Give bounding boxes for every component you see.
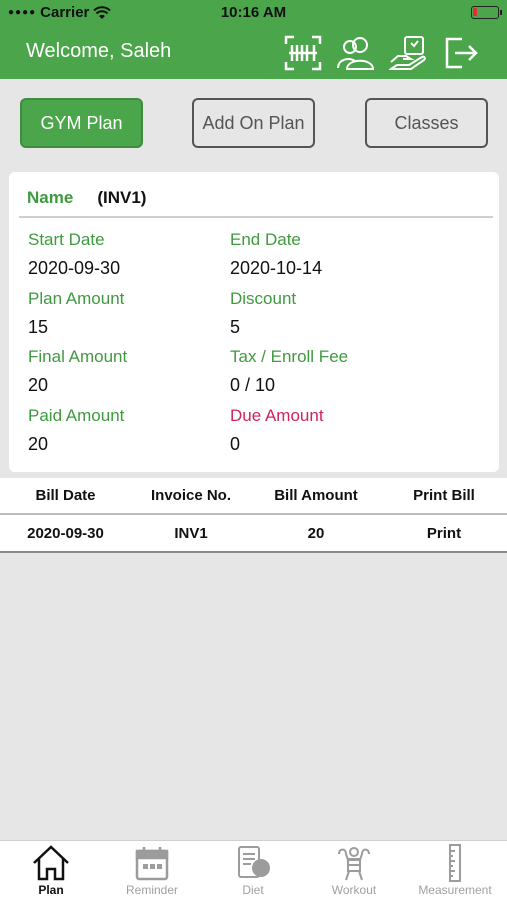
clock: 10:16 AM [220,4,287,21]
final-amount-value: 20 [28,375,49,395]
discount-label: Discount [230,289,297,308]
paid-amount-value: 20 [28,434,49,454]
app-header: Welcome, Saleh [0,26,507,79]
due-amount-field: Due Amount 0 [230,406,324,455]
tab-add-on-plan[interactable]: Add On Plan [192,98,315,148]
card-divider [19,216,493,218]
cell-invoice-no: INV1 [174,524,208,542]
barcode-scan-icon[interactable] [283,34,323,72]
tab-diet-label: Diet [242,883,264,897]
package-hand-icon[interactable] [387,34,429,72]
end-date-label: End Date [230,230,301,249]
paid-amount-field: Paid Amount 20 [28,406,124,455]
plan-type-tabs: GYM Plan Add On Plan Classes [0,98,507,150]
print-bill-link[interactable]: Print [381,525,507,542]
end-date-field: End Date 2020-10-14 [230,230,322,279]
diet-plan-icon [233,844,273,882]
tab-reminder-label: Reminder [125,883,179,897]
due-amount-label: Due Amount [230,406,324,425]
logout-icon[interactable] [442,34,482,72]
tab-gym-plan[interactable]: GYM Plan [20,98,143,148]
tab-reminder[interactable]: Reminder [102,844,202,900]
tab-classes[interactable]: Classes [365,98,488,148]
plan-amount-label: Plan Amount [28,289,125,308]
paid-amount-label: Paid Amount [28,406,125,425]
start-date-value: 2020-09-30 [28,258,121,278]
tab-plan[interactable]: Plan [1,844,101,900]
discount-field: Discount 5 [230,289,296,338]
discount-value: 5 [230,317,241,337]
tax-enroll-fee-value: 0 / 10 [230,375,276,395]
welcome-title: Welcome, Saleh [26,40,172,62]
tab-workout[interactable]: Workout [304,844,404,900]
cell-bill-date: 2020-09-30 [27,524,104,542]
tab-diet[interactable]: Diet [203,844,303,900]
final-amount-label: Final Amount [28,347,128,366]
name-label: Name [27,188,74,207]
plan-amount-field: Plan Amount 15 [28,289,124,338]
name-value: (INV1) [97,188,147,207]
bottom-tab-bar: Plan Reminder Diet Workout Measurement [0,840,507,900]
column-header-bill-amount: Bill Amount [274,487,358,504]
start-date-label: Start Date [28,230,105,249]
tab-measurement[interactable]: Measurement [405,844,505,900]
bill-table: Bill Date Invoice No. Bill Amount Print … [0,478,507,553]
table-row: 2020-09-30 INV1 20 Print [0,515,507,553]
cell-bill-amount: 20 [307,524,325,542]
final-amount-field: Final Amount 20 [28,347,127,396]
end-date-value: 2020-10-14 [230,258,323,278]
calendar-icon [132,844,172,882]
home-icon [31,844,71,882]
tab-measurement-label: Measurement [418,883,492,897]
column-header-bill-date: Bill Date [35,487,96,504]
muscle-body-icon [334,844,374,882]
status-bar: ●●●● Carrier 10:16 AM [0,0,507,26]
due-amount-value: 0 [230,434,241,454]
tax-enroll-fee-field: Tax / Enroll Fee 0 / 10 [230,347,348,396]
start-date-field: Start Date 2020-09-30 [28,230,120,279]
plan-amount-value: 15 [28,317,49,337]
tab-plan-label: Plan [38,883,64,897]
tax-enroll-fee-label: Tax / Enroll Fee [230,347,349,366]
ruler-icon [435,844,475,882]
battery-icon [471,6,502,19]
members-icon[interactable] [336,34,376,72]
tab-workout-label: Workout [331,883,377,897]
column-header-print-bill: Print Bill [413,487,475,504]
plan-name-row: Name (INV1) [27,188,146,208]
column-header-invoice-no: Invoice No. [150,487,232,504]
plan-details-card: Name (INV1) Start Date 2020-09-30 End Da… [9,172,499,472]
table-header-row: Bill Date Invoice No. Bill Amount Print … [0,478,507,515]
